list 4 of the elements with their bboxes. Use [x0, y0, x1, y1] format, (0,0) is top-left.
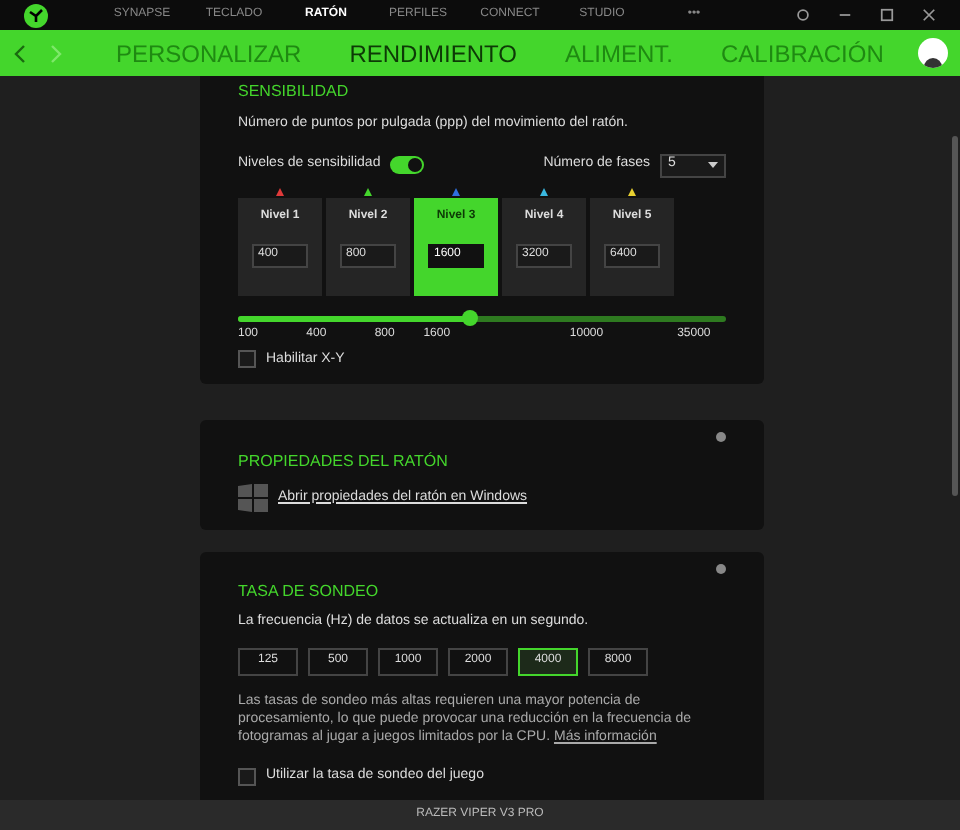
sub-nav-tab[interactable]: RENDIMIENTO — [349, 35, 517, 71]
section-title: SENSIBILIDAD — [238, 80, 351, 104]
section-title: TASA DE SONDEO — [238, 580, 381, 604]
section-title: PROPIEDADES DEL RATÓN — [238, 450, 450, 474]
